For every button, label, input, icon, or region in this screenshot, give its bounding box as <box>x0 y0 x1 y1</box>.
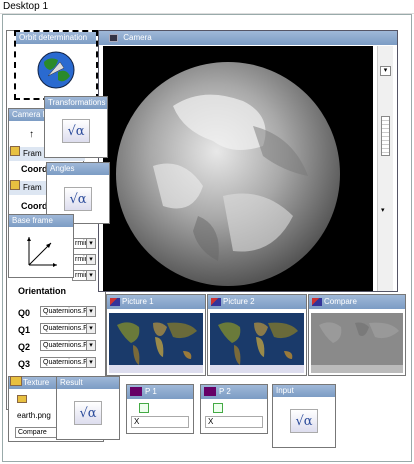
camera-view[interactable] <box>103 46 373 291</box>
world-map-image <box>109 313 203 373</box>
scroll-menu-icon[interactable]: ▾ <box>380 66 391 76</box>
input-window[interactable]: Input √α <box>272 384 336 448</box>
q0-select[interactable]: Quaternions.F <box>40 306 96 317</box>
scroll-thumb[interactable] <box>381 116 390 156</box>
refresh-icon[interactable] <box>213 403 223 413</box>
picture-1-window[interactable]: Picture 1 <box>106 294 206 376</box>
picture-icon <box>312 297 322 306</box>
camera-titlebar[interactable]: Camera <box>99 31 397 45</box>
q0-label: Q0 <box>18 308 31 318</box>
base-frame-window[interactable]: Base frame <box>8 214 74 278</box>
partial-dropdown-2[interactable]: rmir <box>72 254 96 265</box>
sqrt-alpha-icon: √α <box>74 401 102 425</box>
p2-title: P 2 <box>219 387 231 396</box>
transformations-title: Transformations <box>45 97 107 109</box>
orbit-window[interactable]: Orbit determination <box>14 30 98 100</box>
camera-title: Camera <box>123 33 152 42</box>
input-title: Input <box>273 385 335 397</box>
earth-globe <box>116 62 340 286</box>
sqrt-alpha-icon: √α <box>290 409 318 433</box>
picture-2-window[interactable]: Picture 2 <box>207 294 307 376</box>
axes-icon <box>27 237 57 267</box>
p1-field[interactable]: X <box>131 416 189 428</box>
p2-field[interactable]: X <box>205 416 263 428</box>
q2-label: Q2 <box>18 342 31 352</box>
result-window[interactable]: Result √α <box>56 376 120 440</box>
orbit-title: Orbit determination <box>16 32 96 44</box>
window-title: Desktop 1 <box>0 0 414 14</box>
p1-title: P 1 <box>145 387 157 396</box>
sqrt-alpha-icon: √α <box>64 187 92 211</box>
compare-title: Compare <box>324 297 357 306</box>
frame-row-1-label: Fram <box>23 149 42 158</box>
p1-window[interactable]: P 1 X <box>126 384 194 434</box>
camera-scrollbar[interactable]: ▾ ▾ <box>377 46 393 291</box>
texture-file: earth.png <box>17 411 51 420</box>
camera-window[interactable]: Camera ▾ ▾ <box>98 30 398 292</box>
angles-title: Angles <box>47 163 109 175</box>
picture-icon <box>110 297 120 306</box>
sqrt-alpha-icon: √α <box>62 119 90 143</box>
partial-dropdown-3[interactable]: rmir <box>72 270 96 281</box>
folder-icon[interactable] <box>17 395 27 403</box>
q3-select[interactable]: Quaternions.F <box>40 357 96 368</box>
transformations-window[interactable]: Transformations √α <box>44 96 108 158</box>
camera-icon <box>109 33 118 42</box>
picture-1-title: Picture 1 <box>122 297 154 306</box>
q1-label: Q1 <box>18 325 31 335</box>
frame-row-2-label: Fram <box>23 183 42 192</box>
chart-icon <box>130 387 142 397</box>
orbit-globe-icon <box>16 50 96 90</box>
q2-select[interactable]: Quaternions.F <box>40 340 96 351</box>
compare-image <box>311 313 403 373</box>
refresh-icon[interactable] <box>139 403 149 413</box>
scroll-down-arrow[interactable]: ▾ <box>381 206 385 214</box>
base-frame-title: Base frame <box>9 215 73 227</box>
frame-row-2-icon <box>10 180 20 190</box>
world-map-image <box>210 313 304 373</box>
chart-icon <box>204 387 216 397</box>
picture-2-title: Picture 2 <box>223 297 255 306</box>
q1-select[interactable]: Quaternions.F <box>40 323 96 334</box>
q3-label: Q3 <box>18 359 31 369</box>
result-title: Result <box>57 377 119 389</box>
frame-row-1-icon <box>10 146 20 156</box>
partial-dropdown-1[interactable]: rmir <box>72 238 96 249</box>
orientation-title: Orientation <box>18 286 67 296</box>
compare-window[interactable]: Compare <box>308 294 406 376</box>
texture-icon <box>10 376 22 386</box>
picture-icon <box>211 297 221 306</box>
p2-window[interactable]: P 2 X <box>200 384 268 434</box>
